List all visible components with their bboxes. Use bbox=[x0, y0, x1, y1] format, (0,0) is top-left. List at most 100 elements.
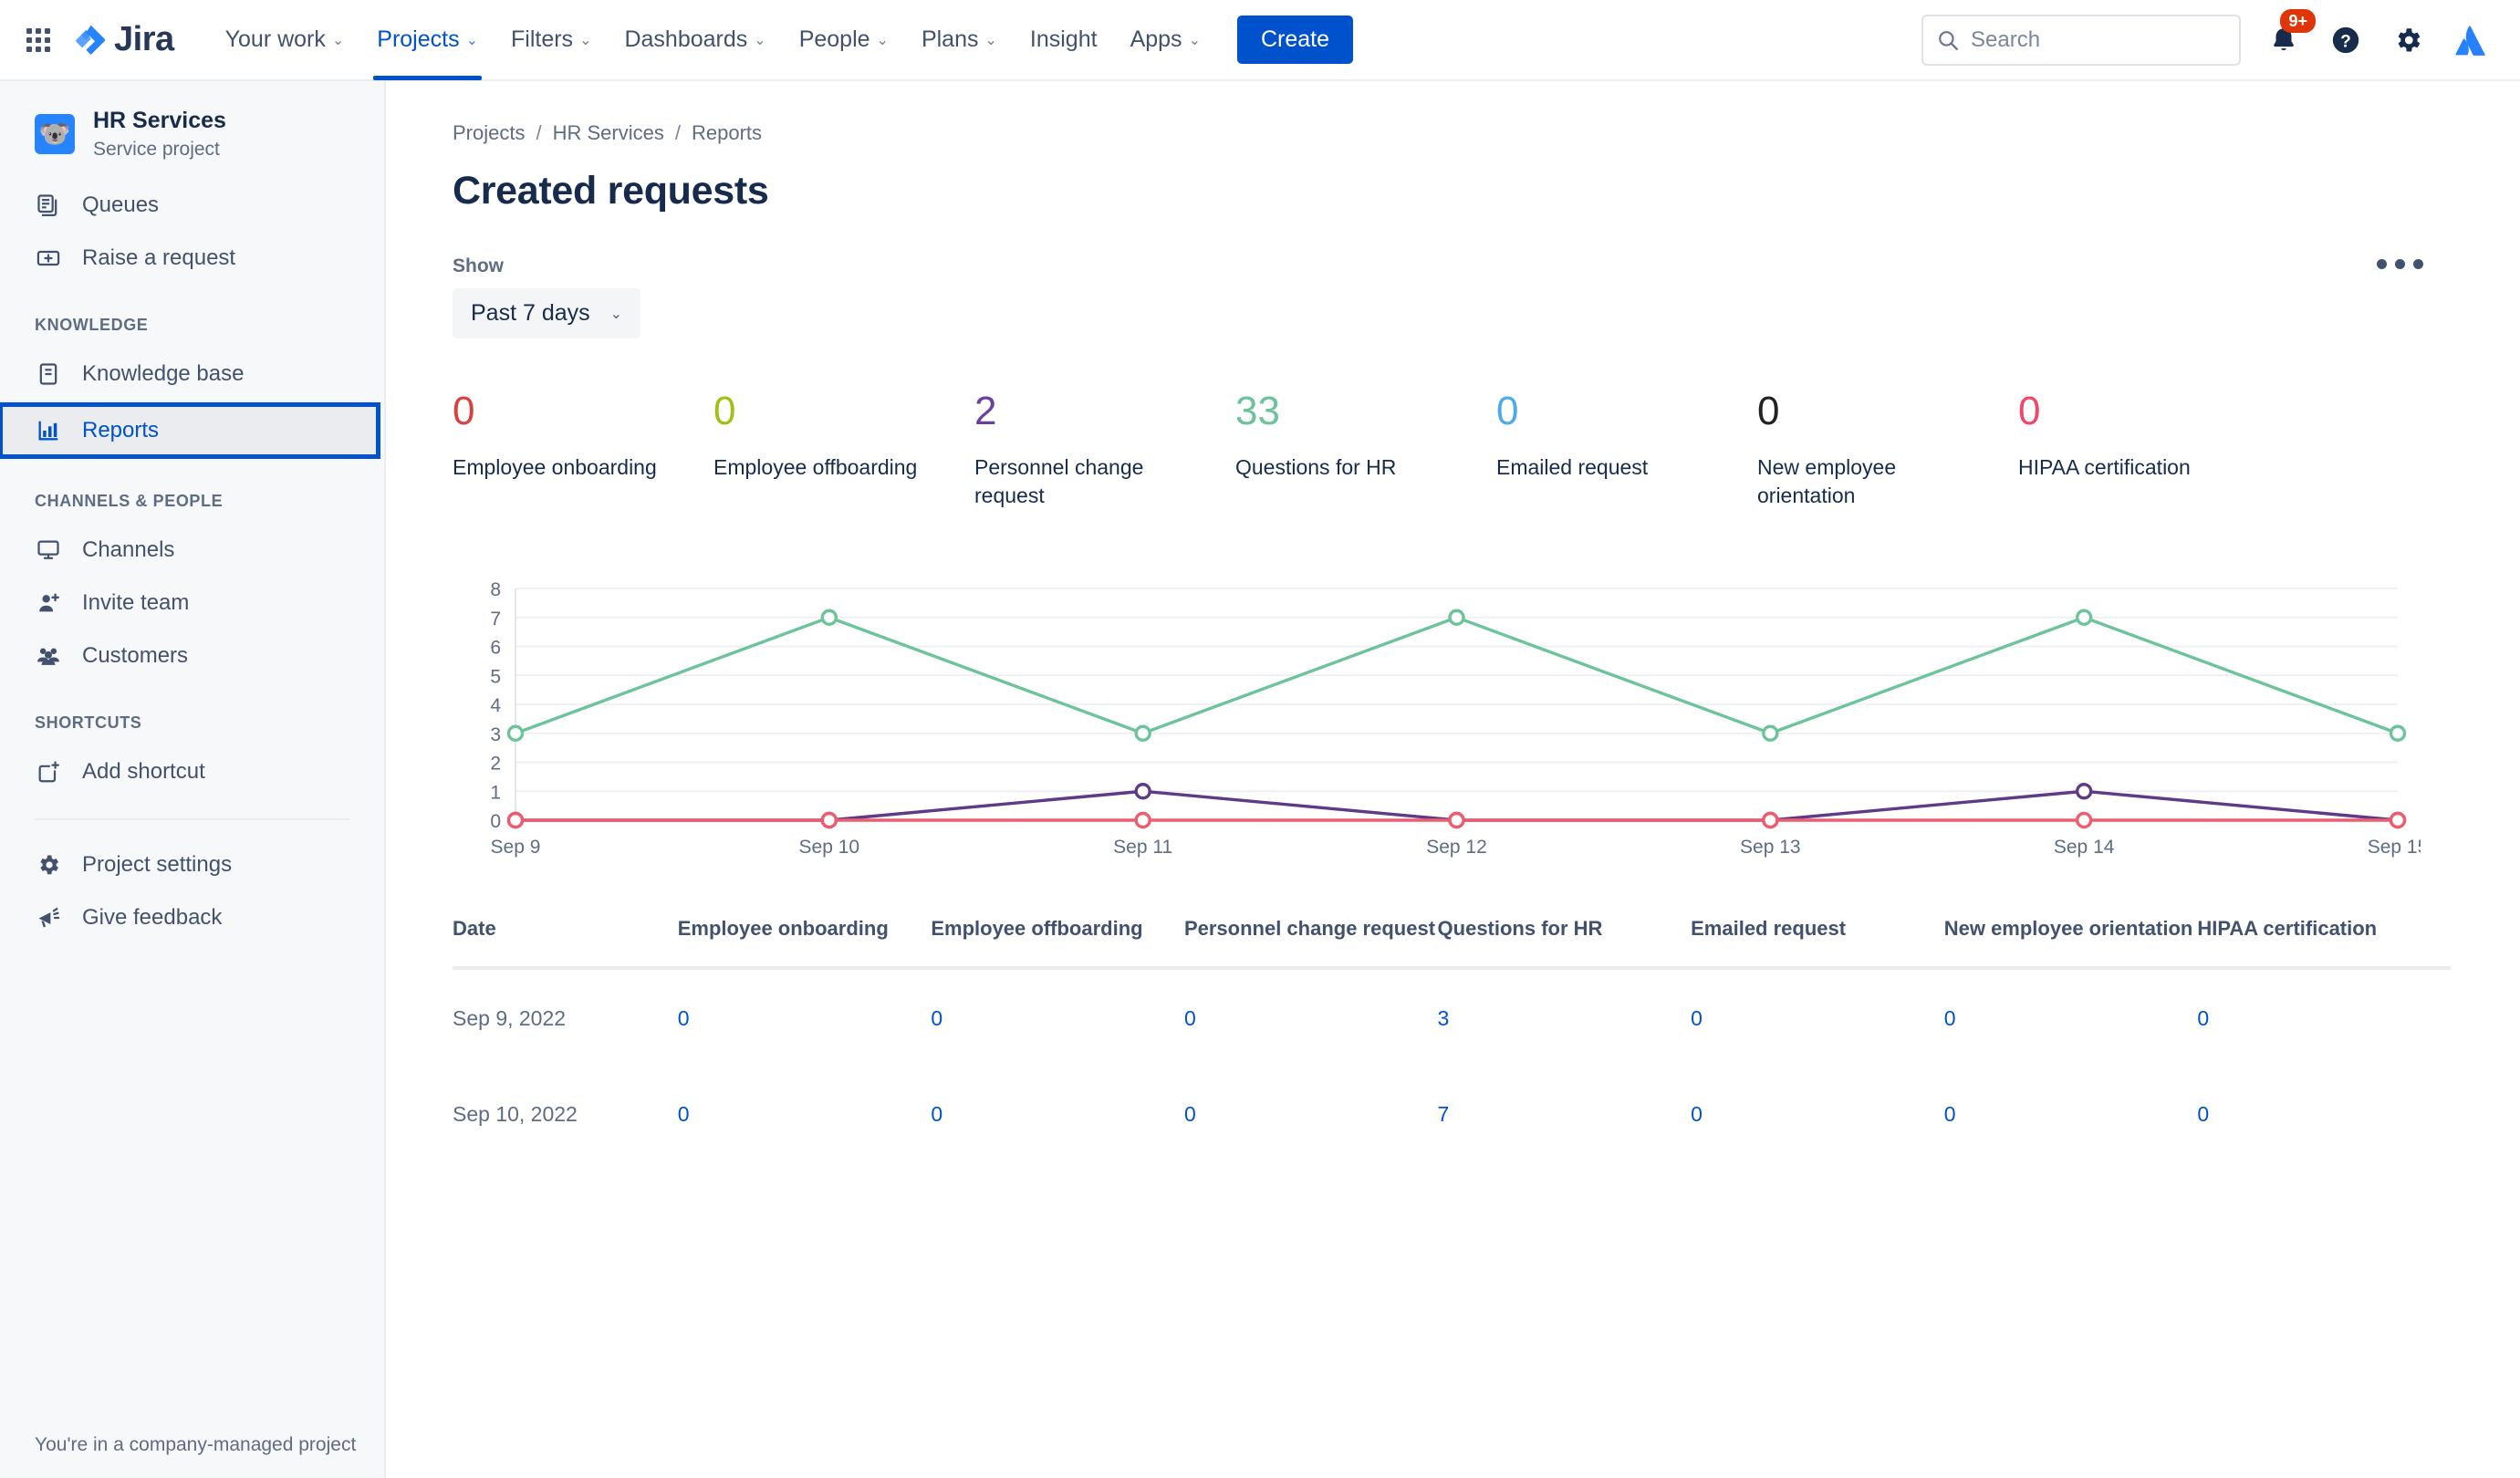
cell-employee-offboarding[interactable]: 0 bbox=[931, 968, 1184, 1066]
column-header-personnel-change-request: Personnel change request bbox=[1183, 917, 1436, 941]
nav-item-filters[interactable]: Filters ⌄ bbox=[495, 0, 608, 80]
nav-item-apps[interactable]: Apps ⌄ bbox=[1114, 0, 1217, 80]
chart-data-point[interactable] bbox=[2389, 725, 2407, 743]
table-row: Sep 10, 2022 0 0 0 7 0 0 0 bbox=[453, 1066, 2451, 1161]
stat-label: New employee orientation bbox=[1757, 455, 1897, 508]
sidebar-item-invite-team[interactable]: Invite team bbox=[0, 577, 384, 630]
chart-data-point[interactable] bbox=[1134, 783, 1151, 800]
chart-data-point[interactable] bbox=[1134, 725, 1151, 743]
stat-label: Personnel change request bbox=[974, 455, 1144, 508]
stat-card-employee-onboarding: 0 Employee onboarding bbox=[453, 389, 713, 510]
sidebar-item-channels[interactable]: Channels bbox=[0, 524, 384, 577]
chart-data-point[interactable] bbox=[1762, 812, 1779, 829]
chart-data-point[interactable] bbox=[2389, 812, 2407, 829]
stat-label: Employee onboarding bbox=[453, 455, 657, 480]
chart-data-point[interactable] bbox=[1448, 812, 1465, 829]
stat-value: 33 bbox=[1235, 389, 1280, 433]
cell-questions-for-hr[interactable]: 3 bbox=[1438, 968, 1692, 1066]
sidebar-item-give-feedback[interactable]: Give feedback bbox=[0, 891, 384, 944]
created-requests-table: Date Employee onboarding Employee offboa… bbox=[453, 915, 2451, 1161]
cell-hipaa-certification[interactable]: 0 bbox=[2197, 968, 2451, 1066]
chart-data-point[interactable] bbox=[1448, 609, 1465, 627]
project-type: Service project bbox=[93, 139, 220, 161]
breadcrumb-item-hr-services[interactable]: HR Services bbox=[553, 121, 664, 145]
cell-employee-onboarding[interactable]: 0 bbox=[678, 968, 932, 1066]
sidebar-item-queues[interactable]: Queues bbox=[0, 179, 384, 232]
sidebar-item-raise-a-request[interactable]: Raise a request bbox=[0, 232, 384, 285]
sidebar-item-label: Raise a request bbox=[82, 245, 236, 270]
sidebar-item-label: Give feedback bbox=[82, 904, 223, 930]
sidebar-item-reports[interactable]: Reports bbox=[0, 401, 380, 459]
project-name: HR Services bbox=[93, 108, 226, 133]
breadcrumb-separator: / bbox=[674, 121, 681, 144]
chart-y-tick-label: 3 bbox=[490, 724, 501, 745]
cell-questions-for-hr[interactable]: 7 bbox=[1438, 1066, 1692, 1161]
queues-icon bbox=[35, 192, 62, 219]
chart-data-point[interactable] bbox=[506, 725, 525, 743]
sidebar-section-knowledge: KNOWLEDGE bbox=[35, 315, 149, 334]
sidebar-item-knowledge-base[interactable]: Knowledge base bbox=[0, 348, 384, 401]
chart-data-point[interactable] bbox=[820, 812, 838, 829]
sidebar-item-customers[interactable]: Customers bbox=[0, 630, 384, 682]
chart-data-point[interactable] bbox=[2075, 609, 2093, 627]
atlassian-logo-icon[interactable] bbox=[2451, 21, 2489, 59]
gear-icon[interactable] bbox=[2389, 21, 2427, 59]
cell-employee-offboarding[interactable]: 0 bbox=[931, 1066, 1184, 1161]
chart-y-tick-label: 1 bbox=[490, 783, 501, 804]
chevron-down-icon: ⌄ bbox=[331, 32, 345, 48]
breadcrumb-item-projects[interactable]: Projects bbox=[453, 121, 525, 145]
cell-personnel-change-request[interactable]: 0 bbox=[1184, 968, 1438, 1066]
nav-label: Dashboards bbox=[624, 26, 748, 52]
sidebar-section-shortcuts: SHORTCUTS bbox=[35, 713, 142, 732]
sidebar-item-add-shortcut[interactable]: Add shortcut bbox=[0, 745, 384, 798]
cell-new-employee-orientation[interactable]: 0 bbox=[1944, 1066, 2198, 1161]
sidebar-section-channels-people: CHANNELS & PEOPLE bbox=[35, 491, 224, 510]
stat-label: Questions for HR bbox=[1235, 455, 1397, 480]
jira-home-logo[interactable]: Jira bbox=[73, 20, 174, 59]
chart-x-tick-label: Sep 15 bbox=[2368, 837, 2421, 858]
chevron-down-icon: ⌄ bbox=[579, 32, 592, 48]
sidebar-item-project-settings[interactable]: Project settings bbox=[0, 838, 384, 891]
chart-data-point[interactable] bbox=[506, 812, 525, 829]
create-button[interactable]: Create bbox=[1236, 16, 1354, 64]
chart-data-point[interactable] bbox=[820, 609, 838, 627]
notification-bell-icon[interactable]: 9+ bbox=[2265, 8, 2316, 59]
nav-item-plans[interactable]: Plans ⌄ bbox=[905, 0, 1014, 80]
chevron-down-icon: ⌄ bbox=[984, 32, 997, 48]
chart-data-point[interactable] bbox=[1762, 725, 1779, 743]
notification-badge: 9+ bbox=[2280, 8, 2316, 33]
column-header-hipaa-certification: HIPAA certification bbox=[2197, 917, 2378, 941]
column-header-employee-onboarding: Employee onboarding bbox=[677, 917, 889, 941]
more-horizontal-icon[interactable] bbox=[2368, 250, 2432, 278]
stat-card-emailed-request: 0 Emailed request bbox=[1496, 389, 1757, 510]
stat-label: HIPAA certification bbox=[2018, 455, 2191, 480]
grid-apps-icon[interactable] bbox=[20, 22, 57, 58]
nav-item-your-work[interactable]: Your work ⌄ bbox=[209, 0, 361, 80]
column-header-date: Date bbox=[453, 917, 496, 941]
chart-data-point[interactable] bbox=[2075, 783, 2093, 800]
search-input[interactable]: Search bbox=[1921, 14, 2241, 66]
project-header[interactable]: 🐨 HR Services Service project bbox=[0, 81, 384, 179]
cell-new-employee-orientation[interactable]: 0 bbox=[1944, 968, 2198, 1066]
chart-x-tick-label: Sep 10 bbox=[799, 837, 860, 858]
chart-data-point[interactable] bbox=[2075, 812, 2093, 829]
chevron-down-icon: ⌄ bbox=[465, 32, 478, 48]
help-question-icon[interactable]: ? bbox=[2327, 21, 2365, 59]
nav-item-dashboards[interactable]: Dashboards ⌄ bbox=[608, 0, 782, 80]
column-header-questions-for-hr: Questions for HR bbox=[1437, 917, 1603, 941]
chart-y-tick-label: 4 bbox=[490, 695, 501, 716]
chart-data-point[interactable] bbox=[1134, 812, 1151, 829]
cell-hipaa-certification[interactable]: 0 bbox=[2197, 1066, 2451, 1161]
cell-employee-onboarding[interactable]: 0 bbox=[678, 1066, 932, 1161]
nav-item-projects[interactable]: Projects ⌄ bbox=[360, 0, 495, 80]
time-range-select[interactable]: Past 7 days ⌄ bbox=[453, 288, 641, 338]
cell-personnel-change-request[interactable]: 0 bbox=[1184, 1066, 1438, 1161]
cell-emailed-request[interactable]: 0 bbox=[1691, 1066, 1944, 1161]
stat-card-personnel-change-request: 2 Personnel change request bbox=[974, 389, 1235, 510]
nav-item-people[interactable]: People ⌄ bbox=[783, 0, 905, 80]
breadcrumb-item-reports[interactable]: Reports bbox=[692, 121, 762, 145]
cell-emailed-request[interactable]: 0 bbox=[1691, 968, 1944, 1066]
jira-wordmark: Jira bbox=[114, 20, 174, 58]
chart-x-tick-label: Sep 9 bbox=[491, 837, 541, 858]
nav-item-insight[interactable]: Insight bbox=[1014, 0, 1114, 80]
